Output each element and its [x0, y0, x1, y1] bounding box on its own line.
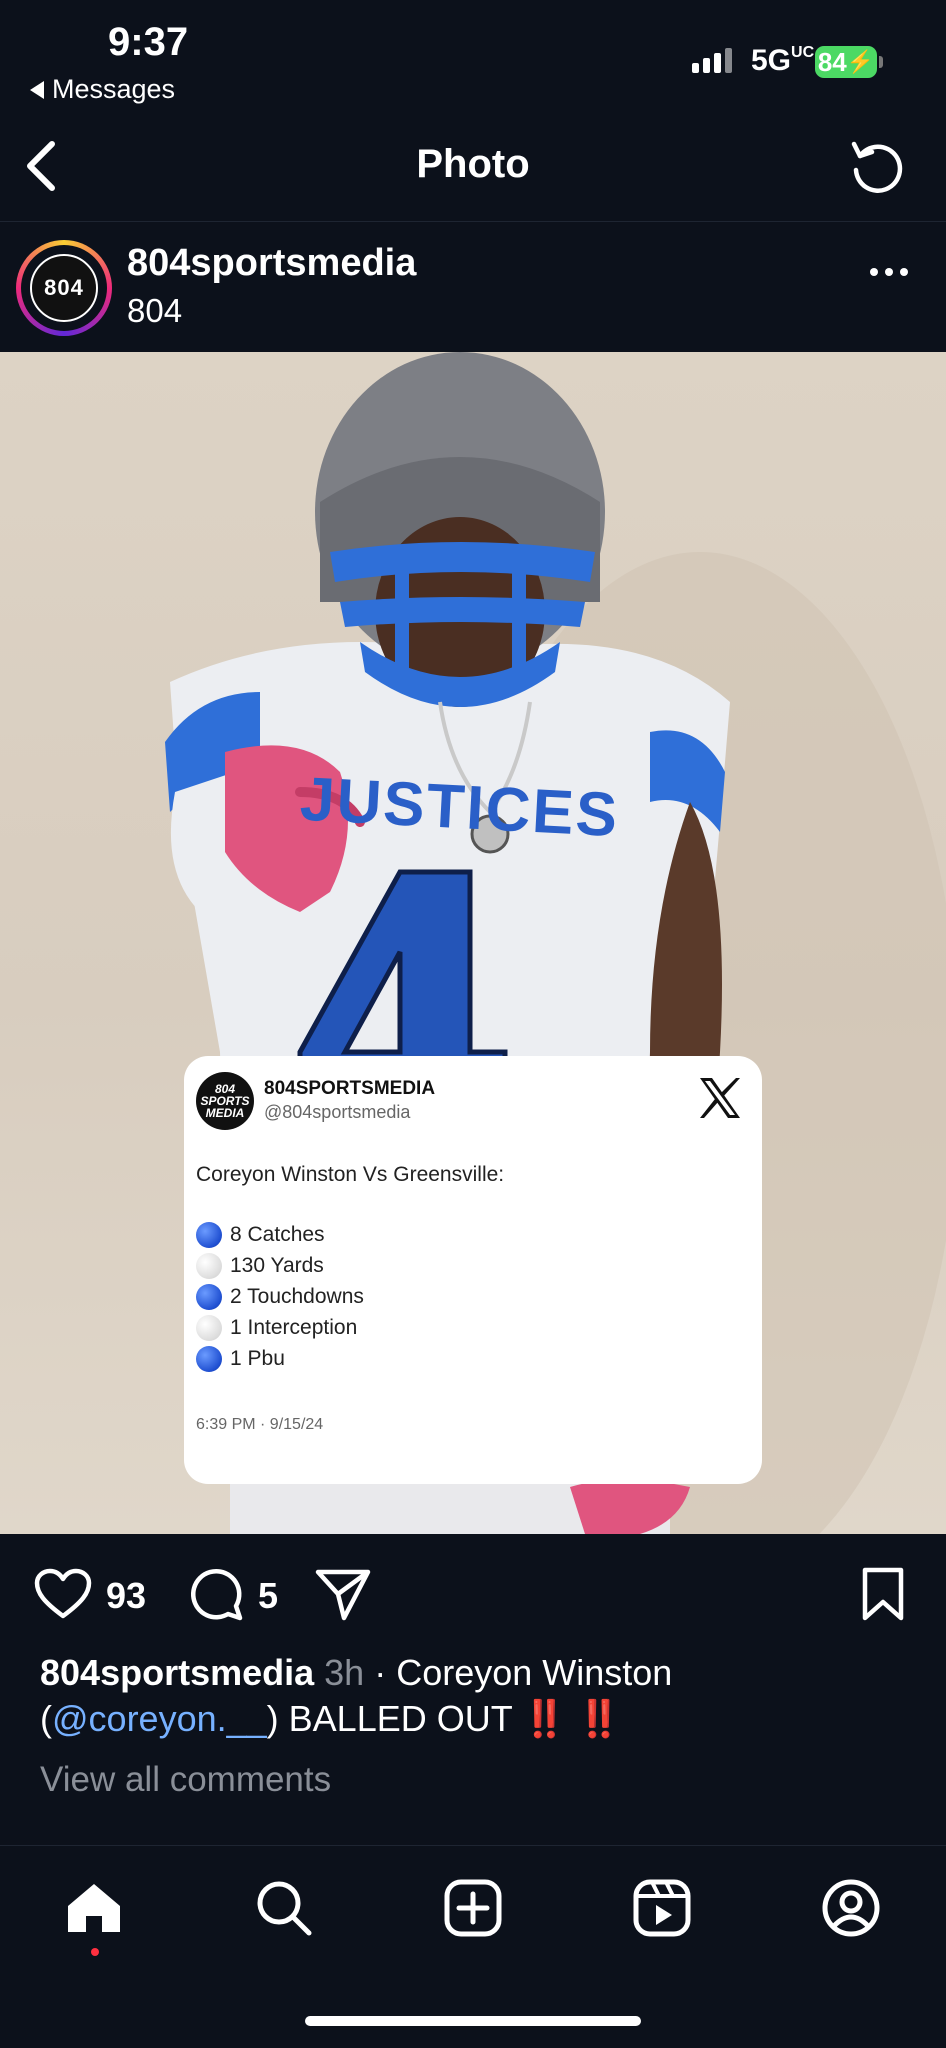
- network-type: 5GUC: [751, 44, 815, 77]
- caption-mention[interactable]: @coreyon.__: [52, 1698, 267, 1739]
- bookmark-icon[interactable]: [860, 1566, 906, 1622]
- white-circle-icon: [196, 1253, 222, 1279]
- tweet-logo: 804 SPORTS MEDIA: [196, 1072, 254, 1130]
- back-to-messages[interactable]: Messages: [30, 74, 175, 105]
- more-options-icon[interactable]: [870, 268, 908, 276]
- tweet-stat: 1 Interception: [196, 1315, 357, 1341]
- home-icon[interactable]: [64, 1878, 124, 1938]
- like-count[interactable]: 93: [106, 1575, 146, 1617]
- signal-icon: [692, 48, 732, 73]
- tweet-stat: 1 Pbu: [196, 1346, 285, 1372]
- caption-emoji: ‼️ ‼️: [522, 1698, 622, 1739]
- status-time: 9:37: [108, 20, 189, 64]
- avatar-logo: 804: [30, 254, 98, 322]
- create-post-icon[interactable]: [443, 1878, 503, 1938]
- view-all-comments-link[interactable]: View all comments: [40, 1760, 331, 1800]
- tweet-headline: Coreyon Winston Vs Greensville:: [196, 1163, 505, 1186]
- comment-icon[interactable]: [188, 1566, 244, 1622]
- avatar[interactable]: 804: [16, 240, 112, 336]
- back-triangle-icon: [30, 80, 44, 99]
- tabbar-divider: [0, 1845, 946, 1846]
- profile-icon[interactable]: [821, 1878, 881, 1938]
- share-icon[interactable]: [314, 1566, 372, 1622]
- comment-count[interactable]: 5: [258, 1575, 278, 1617]
- x-logo-icon: [700, 1078, 740, 1118]
- tweet-card: 804 SPORTS MEDIA 804SPORTSMEDIA @804spor…: [184, 1056, 762, 1484]
- blue-circle-icon: [196, 1346, 222, 1372]
- blue-circle-icon: [196, 1284, 222, 1310]
- blue-circle-icon: [196, 1222, 222, 1248]
- battery-icon: 84 ⚡: [815, 46, 877, 78]
- tweet-stat: 130 Yards: [196, 1253, 324, 1279]
- reels-icon[interactable]: [632, 1878, 692, 1938]
- notification-dot: [91, 1948, 99, 1956]
- tweet-name: 804SPORTSMEDIA: [264, 1078, 436, 1099]
- tweet-stat: 2 Touchdowns: [196, 1284, 364, 1310]
- refresh-icon[interactable]: [846, 136, 908, 198]
- tweet-handle: @804sportsmedia: [264, 1102, 411, 1122]
- tweet-stat: 8 Catches: [196, 1222, 325, 1248]
- caption-username[interactable]: 804sportsmedia: [40, 1652, 314, 1693]
- caption-time: 3h: [324, 1652, 365, 1693]
- caption-text-after: ) BALLED OUT: [266, 1698, 523, 1739]
- post-caption: 804sportsmedia 3h · Coreyon Winston (@co…: [40, 1650, 910, 1742]
- back-app-label: Messages: [52, 74, 176, 104]
- page-title: Photo: [416, 142, 530, 186]
- tweet-timestamp: 6:39 PM · 9/15/24: [196, 1416, 324, 1433]
- heart-icon[interactable]: [34, 1568, 92, 1620]
- header-divider: [0, 221, 946, 222]
- battery-nub: [879, 56, 883, 68]
- post-username[interactable]: 804sportsmedia: [127, 242, 416, 285]
- post-subtitle[interactable]: 804: [127, 292, 182, 330]
- home-indicator[interactable]: [305, 2016, 641, 2026]
- search-icon[interactable]: [254, 1878, 314, 1938]
- white-circle-icon: [196, 1315, 222, 1341]
